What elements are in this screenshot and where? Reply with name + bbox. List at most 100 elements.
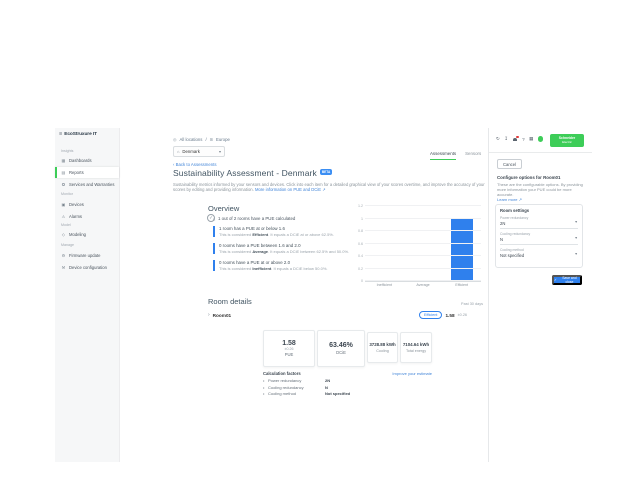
- sidebar-item-label: Firmware update: [69, 253, 100, 258]
- chart-gridline: [365, 268, 481, 269]
- more-info-link-label: More information on PUE and DCiE: [255, 187, 321, 192]
- chevron-down-icon: ▾: [575, 251, 577, 256]
- refresh-icon[interactable]: ↻: [496, 136, 500, 142]
- breadcrumb-region[interactable]: Europe: [216, 137, 230, 142]
- chart-xtick-label: Average: [404, 283, 443, 287]
- card-label: DCiE: [336, 350, 346, 355]
- firmware-update-icon: ⚙: [61, 253, 66, 258]
- breadcrumb-all-locations[interactable]: All locations: [180, 137, 203, 142]
- chart-gridline: [365, 243, 481, 244]
- card-dcie[interactable]: 63.46% DCiE: [317, 330, 365, 367]
- tab-assessments[interactable]: Assessments: [430, 151, 456, 160]
- room-settings-box: Room settings Power redundancy 2N ▾ Cool…: [495, 204, 583, 268]
- card-value: 7104.64 kWh: [403, 342, 429, 347]
- notification-badge: [516, 136, 519, 139]
- chart-ytick-label: 0.2: [351, 267, 363, 271]
- page-description: Sustainability metrics informed by your …: [173, 182, 486, 193]
- sidebar-item-reports[interactable]: ▤ Reports: [55, 167, 119, 178]
- notifications-bell-icon[interactable]: [513, 137, 518, 142]
- sidebar-item-devices[interactable]: ▣ Devices: [55, 199, 119, 210]
- overview-item-efficient[interactable]: 1 room has a PUE at or below 1.6 This is…: [213, 226, 353, 237]
- user-avatar[interactable]: [538, 136, 544, 142]
- overview-item-inefficient[interactable]: 0 rooms have a PUE at or above 2.0 This …: [213, 260, 353, 271]
- sidebar-item-device-configuration[interactable]: ⚒ Device configuration: [55, 262, 119, 273]
- device-configuration-icon: ⚒: [61, 265, 66, 270]
- field-value: N: [500, 237, 578, 242]
- card-sub: ±0.26: [285, 347, 294, 351]
- page-title-row: Sustainability Assessment - Denmark BETA: [173, 168, 332, 178]
- overview-item-prefix: This is considered: [219, 232, 252, 237]
- improve-estimate-link[interactable]: Improve your estimate: [392, 371, 432, 376]
- card-cooling[interactable]: 3728.88 kWh Cooling: [367, 332, 398, 363]
- room-settings-title: Room settings: [500, 208, 578, 213]
- field-value: 2N: [500, 221, 578, 226]
- sidebar-item-label: Devices: [69, 202, 84, 207]
- back-to-assessments-link[interactable]: ‹ Back to Assessments: [173, 162, 216, 167]
- sidebar-item-services-and-warranties[interactable]: ✪ Services and Warranties: [55, 179, 119, 190]
- pencil-icon: ✎: [213, 218, 216, 222]
- download-icon[interactable]: ↧: [504, 136, 508, 142]
- chart-bar-efficient[interactable]: [451, 219, 473, 282]
- dashboards-icon: ▦: [61, 158, 66, 163]
- breadcrumb: ◎ All locations / ⊞ Europe: [173, 137, 230, 142]
- tab-sensors[interactable]: Sensors: [465, 151, 481, 160]
- location-selector[interactable]: ⌂ Denmark ▾: [173, 146, 225, 157]
- sidebar-item-modeling[interactable]: ◇ Modeling: [55, 229, 119, 240]
- devices-icon: ▣: [61, 202, 66, 207]
- region-icon: ⊞: [210, 137, 213, 142]
- sidebar-section-model: Model: [61, 223, 71, 227]
- sidebar-section-monitor: Monitor: [61, 192, 73, 196]
- calculated-check-icon: ✓ ✎: [207, 214, 215, 222]
- sidebar-item-label: Alarms: [69, 214, 82, 219]
- chart-plot: InefficientAverageEfficient 00.20.40.60.…: [365, 206, 481, 282]
- room-row[interactable]: › Room01: [208, 312, 231, 318]
- chart-ytick-label: 1: [351, 217, 363, 221]
- location-pin-icon: ◎: [173, 137, 177, 142]
- app-logo[interactable]: ≡ EcoStruxure IT: [59, 131, 97, 137]
- field-label: Power redundancy: [500, 216, 578, 220]
- apps-grid-icon[interactable]: ▦: [529, 136, 533, 142]
- chart-gridline: [365, 230, 481, 231]
- card-total-energy[interactable]: 7104.64 kWh Total energy: [400, 332, 432, 363]
- drawer-heading: Configure options for Room01: [497, 175, 587, 180]
- help-icon[interactable]: ?: [522, 137, 525, 142]
- chart-gridline: [365, 280, 481, 281]
- sidebar-item-label: Services and Warranties: [69, 182, 114, 187]
- power-redundancy-select[interactable]: Power redundancy 2N ▾: [500, 216, 578, 229]
- sidebar-item-dashboards[interactable]: ▦ Dashboards: [55, 155, 119, 166]
- modeling-icon: ◇: [61, 232, 66, 237]
- schneider-electric-logo[interactable]: Schneider Electric: [550, 134, 584, 147]
- save-and-close-button[interactable]: ✓ Save and close: [552, 275, 582, 285]
- calc-row-cooling-method: • Cooling method Not specified: [263, 391, 432, 396]
- cooling-method-select[interactable]: Cooling method Not specified ▾: [500, 248, 578, 260]
- more-info-link[interactable]: More information on PUE and DCiE ↗: [255, 187, 326, 192]
- chart-ytick-label: 0.8: [351, 229, 363, 233]
- calc-label: Power redundancy: [268, 378, 325, 383]
- overview-item-average[interactable]: 0 rooms have a PUE between 1.6 and 2.0 T…: [213, 243, 353, 254]
- overview-item-prefix: This is considered: [219, 266, 252, 271]
- card-pue[interactable]: 1.58 ±0.26 PUE: [263, 330, 315, 367]
- overview-item-term: Efficient: [252, 232, 268, 237]
- sidebar-item-alarms[interactable]: ⚠ Alarms: [55, 211, 119, 222]
- overview-item-rest: . It equals a DCiE between 62.5% and 50.…: [268, 249, 349, 254]
- overview-item-line2: This is considered Efficient. It equals …: [219, 233, 353, 238]
- app-logo-text: EcoStruxure IT: [64, 132, 97, 137]
- logo-line2: Electric: [562, 141, 572, 145]
- card-label: PUE: [285, 352, 294, 357]
- chevron-down-icon: ▾: [219, 149, 221, 154]
- field-label: Cooling method: [500, 248, 578, 252]
- learn-more-label: Learn more: [497, 197, 517, 202]
- chart-gridline: [365, 218, 481, 219]
- learn-more-link[interactable]: Learn more ↗: [497, 197, 522, 202]
- sidebar: ≡ EcoStruxure IT Insights ▦ Dashboards ▤…: [55, 128, 120, 462]
- services-icon: ✪: [61, 182, 66, 187]
- expand-room-icon[interactable]: ›: [208, 312, 210, 318]
- cancel-button[interactable]: Cancel: [497, 159, 522, 169]
- cooling-redundancy-select[interactable]: Cooling redundancy N ▾: [500, 232, 578, 245]
- overview-item-prefix: This is considered: [219, 249, 252, 254]
- sidebar-item-firmware-update[interactable]: ⚙ Firmware update: [55, 250, 119, 261]
- room-details-heading: Room details: [208, 297, 252, 306]
- hamburger-menu-icon[interactable]: ≡: [59, 131, 62, 137]
- calc-value: N: [325, 385, 328, 390]
- period-label: Past 30 days: [440, 302, 483, 306]
